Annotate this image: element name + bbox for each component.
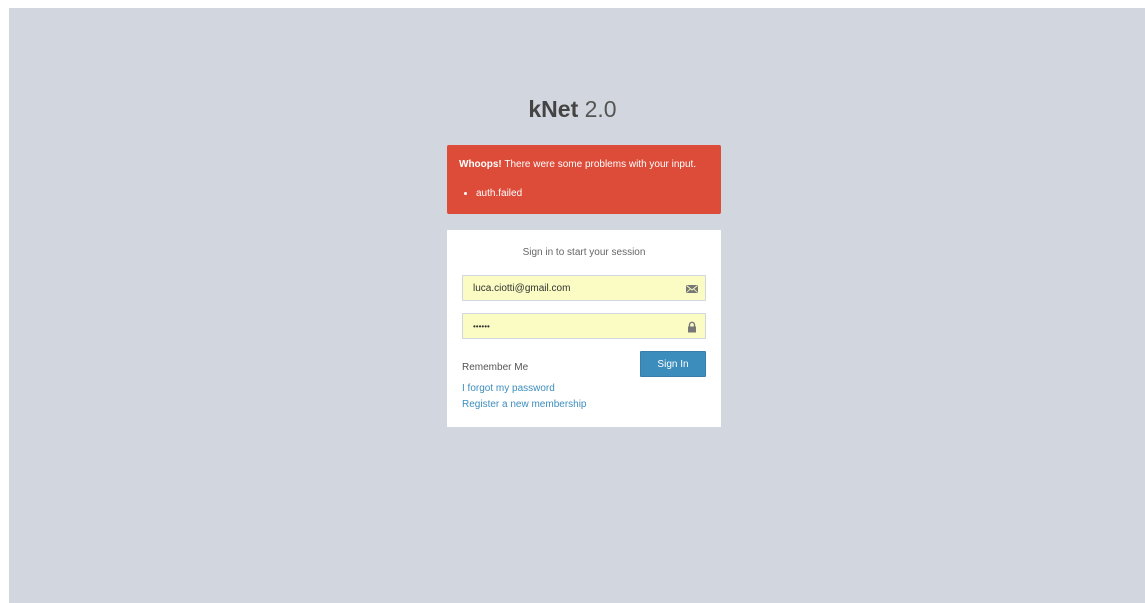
register-link[interactable]: Register a new membership: [462, 399, 587, 410]
logo-version: 2.0: [584, 96, 617, 122]
login-box-message: Sign in to start your session: [522, 247, 646, 258]
envelope-icon: [686, 282, 698, 294]
alert-message: There were some problems with your input…: [501, 159, 697, 170]
lock-icon: [686, 320, 698, 333]
email-input[interactable]: [463, 276, 683, 300]
logo-brand: kNet: [528, 96, 579, 122]
sign-in-button[interactable]: Sign In: [640, 351, 706, 377]
error-alert: Whoops! There were some problems with yo…: [447, 145, 721, 214]
alert-title: Whoops!: [459, 159, 502, 170]
email-field[interactable]: [462, 275, 706, 301]
remember-me-checkbox[interactable]: Remember Me: [462, 362, 528, 373]
alert-header: Whoops! There were some problems with yo…: [459, 158, 709, 172]
remember-me-label: Remember Me: [462, 362, 529, 373]
alert-error-list: auth.failed: [459, 187, 709, 200]
password-input[interactable]: [463, 314, 683, 338]
password-field[interactable]: [462, 313, 706, 339]
app-logo[interactable]: kNet 2.0: [0, 94, 1145, 124]
alert-error-item: auth.failed: [476, 187, 709, 200]
forgot-password-link[interactable]: I forgot my password: [462, 383, 555, 394]
